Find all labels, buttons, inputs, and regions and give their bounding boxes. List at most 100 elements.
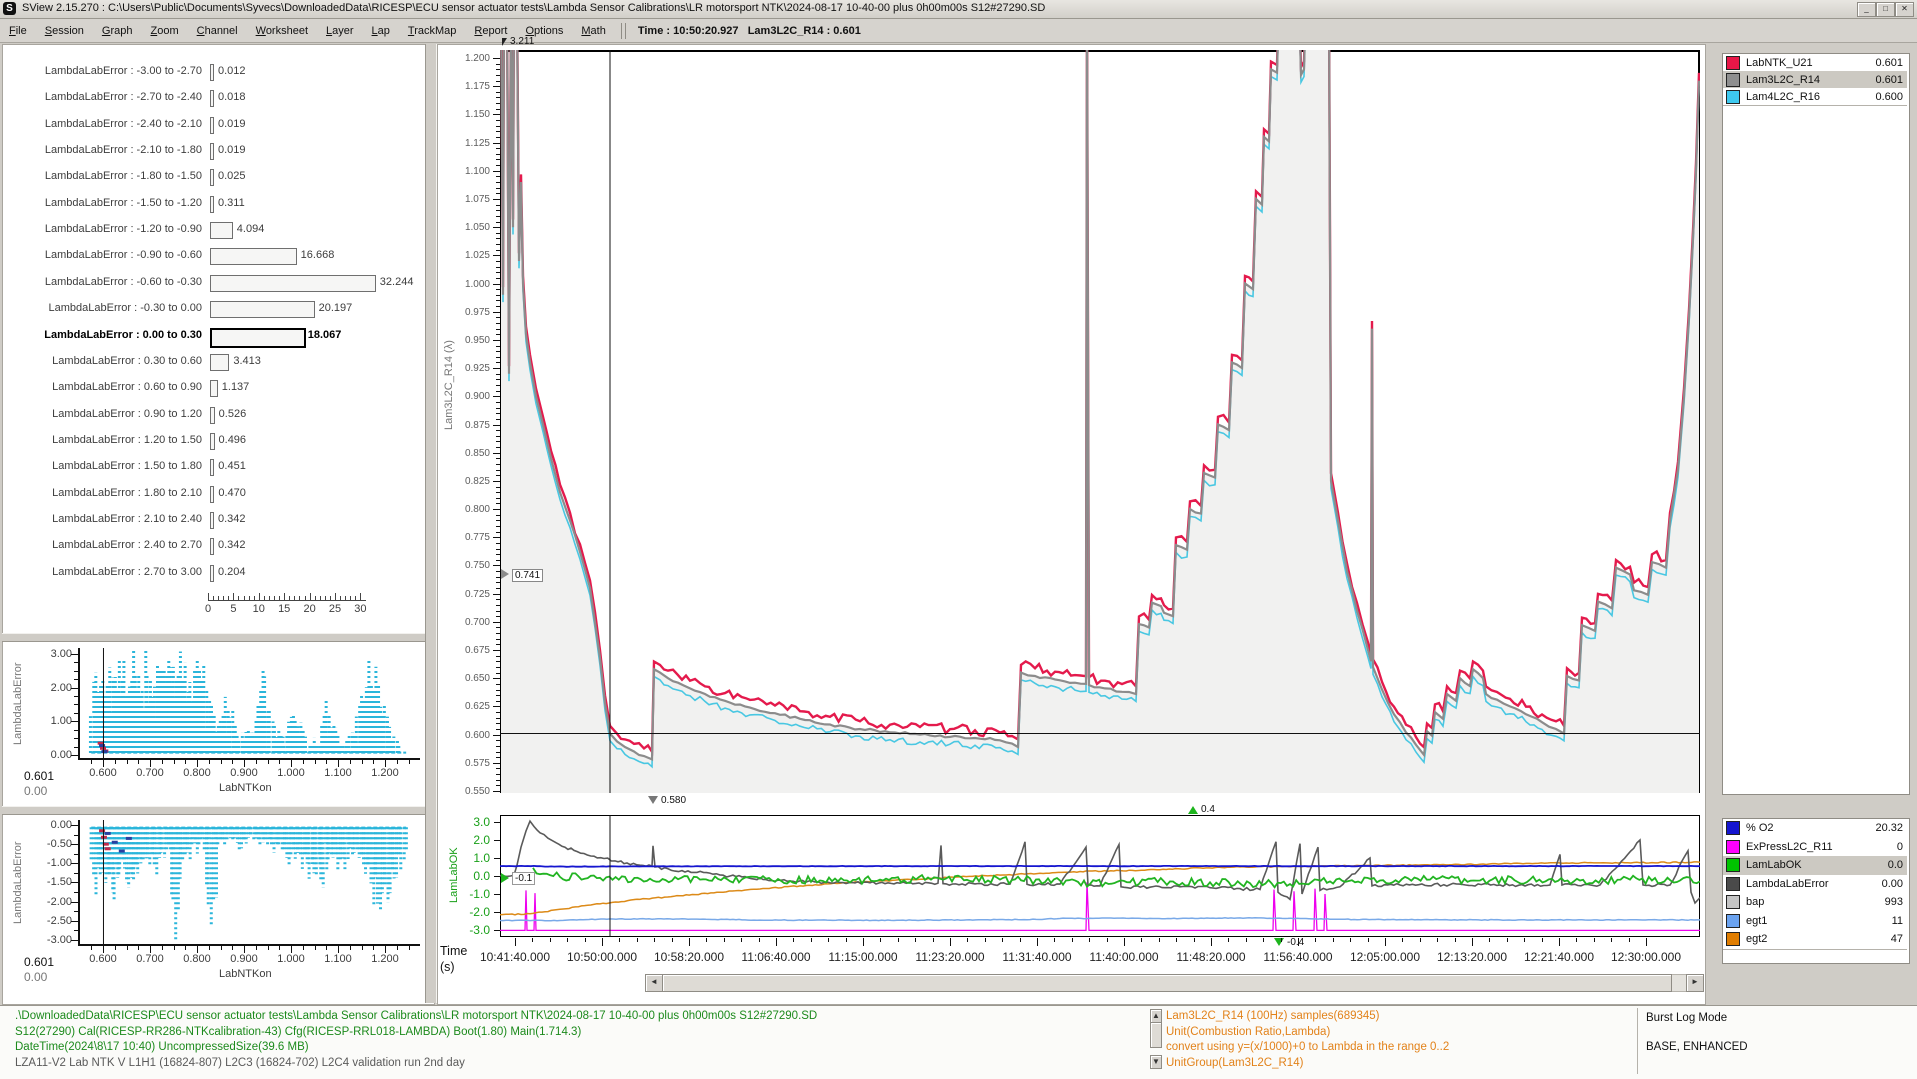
histogram-row[interactable]: LambdaLabError : -2.10 to -1.800.019 (4, 141, 429, 162)
legend-row-lambdalaberror[interactable]: LambdaLabError0.00 (1723, 875, 1907, 895)
histogram-row[interactable]: LambdaLabError : 1.50 to 1.800.451 (4, 457, 429, 478)
histogram-row[interactable]: LambdaLabError : -2.70 to -2.400.018 (4, 88, 429, 109)
time-tick (1350, 938, 1351, 942)
minimize-button[interactable]: _ (1857, 2, 1876, 17)
histogram-row[interactable]: LambdaLabError : 1.80 to 2.100.470 (4, 484, 429, 505)
legend-row-lamlabok[interactable]: LamLabOK0.0 (1723, 856, 1907, 876)
histogram-axis-tick (350, 596, 351, 600)
time-tick (1542, 938, 1543, 942)
histogram-row[interactable]: LambdaLabError : 2.10 to 2.400.342 (4, 510, 429, 531)
histogram-row[interactable]: LambdaLabError : 2.40 to 2.700.342 (4, 536, 429, 557)
menu-item-math[interactable]: Math (572, 22, 614, 40)
scroll-down-icon[interactable]: ▼ (1150, 1055, 1162, 1069)
histogram-row[interactable]: LambdaLabError : -2.40 to -2.100.019 (4, 115, 429, 136)
histogram-row[interactable]: LambdaLabError : 0.30 to 0.603.413 (4, 352, 429, 373)
scatter-points-canvas[interactable] (78, 820, 420, 944)
scatter-x-tick (209, 946, 210, 950)
scatter-x-axis-label: LabNTKon (219, 968, 272, 980)
main-y-tick (493, 594, 500, 595)
histogram-axis-tick (310, 593, 311, 600)
bottom-chart-canvas[interactable] (500, 815, 1700, 937)
histogram-row[interactable]: LambdaLabError : -1.20 to -0.904.094 (4, 220, 429, 241)
menu-item-zoom[interactable]: Zoom (141, 22, 187, 40)
menu-item-graph[interactable]: Graph (93, 22, 142, 40)
scatter-points-canvas[interactable] (78, 648, 420, 758)
scatter-y-tick-label: -2.00 (34, 896, 72, 908)
menu-item-report[interactable]: Report (465, 22, 516, 40)
scatter-y-tick-label: -2.50 (34, 915, 72, 927)
menu-item-lap[interactable]: Lap (363, 22, 399, 40)
time-tick (706, 938, 707, 942)
legend-row-lam3l2c-r14[interactable]: Lam3L2C_R140.601 (1723, 71, 1907, 89)
scatter-x-tick (185, 946, 186, 950)
legend-row-bap[interactable]: bap993 (1723, 893, 1907, 913)
histogram-axis-tick-label: 30 (350, 603, 370, 615)
histogram-row[interactable]: LambdaLabError : 0.00 to 0.3018.067 (4, 326, 429, 347)
panel-splitter-1[interactable] (2, 633, 433, 642)
legend-row--o2[interactable]: % O220.32 (1723, 819, 1907, 839)
menu-item-channel[interactable]: Channel (188, 22, 247, 40)
maximize-button[interactable]: □ (1876, 2, 1895, 17)
histogram-row[interactable]: LambdaLabError : -0.30 to 0.0020.197 (4, 299, 429, 320)
legend-row-lam4l2c-r16[interactable]: Lam4L2C_R160.600 (1723, 88, 1907, 106)
main-y-tick-label: 1.050 (454, 222, 490, 233)
main-y-tick-label: 0.925 (454, 363, 490, 374)
histogram-row[interactable]: LambdaLabError : -1.80 to -1.500.025 (4, 167, 429, 188)
window-title: SView 2.15.270 : C:\Users\Public\Documen… (22, 2, 1045, 14)
histogram-row[interactable]: LambdaLabError : 0.90 to 1.200.526 (4, 405, 429, 426)
time-tick-label: 11:15:00.000 (820, 950, 906, 964)
bottom-y-tick-label: 1.0 (460, 851, 490, 865)
title-bar[interactable]: S SView 2.15.270 : C:\Users\Public\Docum… (0, 0, 1917, 19)
menu-item-session[interactable]: Session (36, 22, 93, 40)
scrollbar-thumb[interactable] (662, 974, 1672, 992)
histogram-row[interactable]: LambdaLabError : -0.60 to -0.3032.244 (4, 273, 429, 294)
scroll-up-icon[interactable]: ▲ (1150, 1009, 1162, 1023)
main-y-tick (493, 340, 500, 341)
time-tick (1020, 938, 1021, 942)
histogram-row[interactable]: LambdaLabError : -0.90 to -0.6016.668 (4, 246, 429, 267)
scroll-right-icon[interactable]: ► (1686, 974, 1704, 992)
menu-item-trackmap[interactable]: TrackMap (399, 22, 466, 40)
legend-channel-name: LambdaLabError (1746, 878, 1882, 890)
menu-item-file[interactable]: File (0, 22, 36, 40)
vertical-splitter-left[interactable] (425, 44, 437, 1003)
time-tick-label: 12:21:40.000 (1516, 950, 1602, 964)
histogram-row[interactable]: LambdaLabError : 2.70 to 3.000.204 (4, 563, 429, 584)
scatter-x-tick (91, 760, 92, 764)
bottom-left-marker-value: -0.1 (512, 872, 535, 885)
histogram-row[interactable]: LambdaLabError : -3.00 to -2.700.012 (4, 62, 429, 83)
histogram-row[interactable]: LambdaLabError : 0.60 to 0.901.137 (4, 378, 429, 399)
time-tick-label: 11:06:40.000 (733, 950, 819, 964)
main-y-tick-label: 0.825 (454, 476, 490, 487)
legend-color-swatch (1726, 840, 1740, 854)
legend-row-labntk-u21[interactable]: LabNTK_U210.601 (1723, 54, 1907, 72)
main-y-tick-label: 0.750 (454, 560, 490, 571)
panel-splitter-2[interactable] (2, 806, 433, 815)
log-mode-line: BASE, ENHANCED (1646, 1041, 1748, 1053)
menu-item-layer[interactable]: Layer (317, 22, 363, 40)
histogram-row[interactable]: LambdaLabError : 1.20 to 1.500.496 (4, 431, 429, 452)
main-y-tick-label: 1.025 (454, 250, 490, 261)
histogram-row-label: LambdaLabError : -1.50 to -1.20 (8, 197, 202, 209)
time-tick-label: 10:50:00.000 (559, 950, 645, 964)
time-tick (689, 938, 690, 946)
scroll-left-icon[interactable]: ◄ (645, 974, 663, 992)
legend-row-egt1[interactable]: egt111 (1723, 912, 1907, 932)
scroll-thumb[interactable] (1150, 1022, 1162, 1048)
status-mini-scrollbar[interactable]: ▲ ▼ (1150, 1009, 1162, 1067)
scatter-x-tick (291, 946, 292, 953)
main-y-tick-label: 0.700 (454, 617, 490, 628)
time-tick (1054, 938, 1055, 942)
close-button[interactable]: ✕ (1895, 2, 1914, 17)
histogram-bar (210, 222, 233, 239)
main-chart-canvas[interactable] (500, 50, 1700, 793)
histogram-row[interactable]: LambdaLabError : -1.50 to -1.200.311 (4, 194, 429, 215)
legend-row-egt2[interactable]: egt247 (1723, 930, 1907, 950)
scatter-x-tick (138, 760, 139, 764)
menu-item-worksheet[interactable]: Worksheet (247, 22, 317, 40)
histogram-row-value: 16.668 (301, 249, 335, 261)
legend-row-expressl2c-r11[interactable]: ExPressL2C_R110 (1723, 838, 1907, 858)
main-y-tick-label: 1.150 (454, 109, 490, 120)
file-info-line: S12(27290) Cal(RICESP-RR286-NTKcalibrati… (15, 1026, 581, 1038)
scatter-x-tick-label: 0.600 (81, 767, 125, 779)
